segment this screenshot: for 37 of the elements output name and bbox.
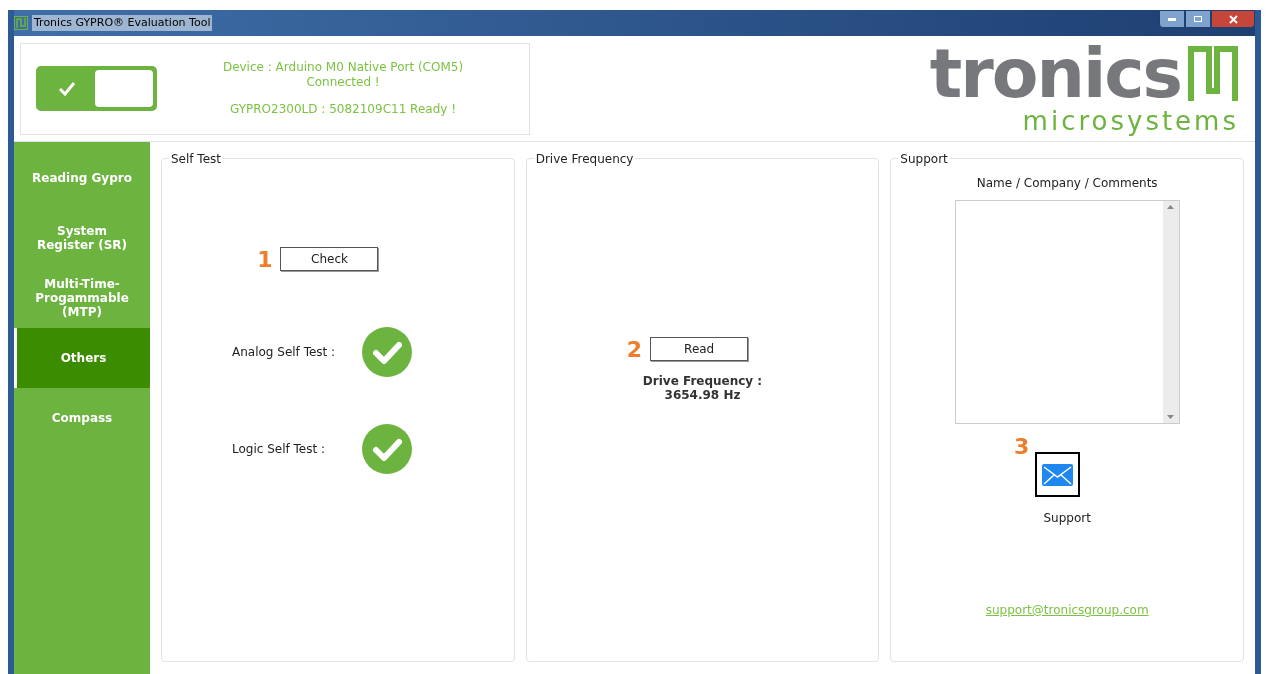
close-icon xyxy=(1228,14,1238,24)
device-text: Device : Arduino M0 Native Port (COM5) xyxy=(222,60,464,75)
sidebar-item[interactable]: Multi-Time-Progammable (MTP) xyxy=(14,268,150,328)
sensor-text: GYPRO2300LD : 5082109C11 Ready ! xyxy=(230,102,456,117)
step-number: 2 xyxy=(626,339,643,361)
step-number: 1 xyxy=(257,249,273,271)
scroll-down-icon xyxy=(1167,415,1175,419)
comments-label: Name / Company / Comments xyxy=(976,175,1158,192)
app-icon xyxy=(14,16,28,30)
self-test-label: Analog Self Test : xyxy=(232,344,337,361)
sidebar-item[interactable]: System Register (SR) xyxy=(14,208,150,268)
sidebar-item[interactable]: Compass xyxy=(14,388,150,448)
logo-mark-icon xyxy=(1187,44,1239,103)
step-number: 3 xyxy=(1014,436,1030,458)
scrollbar[interactable] xyxy=(1162,201,1179,423)
window-title: Tronics GYPRO® Evaluation Tool xyxy=(32,14,213,32)
check-icon xyxy=(58,80,76,97)
support-email-link[interactable]: support@tronicsgroup.com xyxy=(985,601,1149,619)
group-title: Drive Frequency xyxy=(533,150,636,168)
connection-text: Connected ! xyxy=(306,75,380,90)
mail-button[interactable] xyxy=(1035,452,1081,497)
envelope-icon xyxy=(1042,463,1074,486)
read-button[interactable]: Read xyxy=(650,337,749,361)
scroll-up-icon xyxy=(1167,205,1175,209)
self-test-label: Logic Self Test : xyxy=(232,441,327,458)
frequency-label: Drive Frequency : xyxy=(642,374,763,388)
mail-button-label: Support xyxy=(1043,510,1091,527)
sidebar-item[interactable]: Others xyxy=(14,328,150,388)
maximize-button[interactable] xyxy=(1185,10,1211,28)
close-button[interactable] xyxy=(1211,10,1255,28)
comments-field[interactable] xyxy=(954,200,1180,424)
minimize-button[interactable] xyxy=(1159,10,1185,28)
logo-tagline: microsystems xyxy=(1022,105,1239,136)
check-button[interactable]: Check xyxy=(280,247,379,271)
sidebar-item[interactable]: Reading Gypro xyxy=(14,148,150,208)
logo-name: tronics xyxy=(929,41,1181,106)
frequency-value: 3654.98 Hz xyxy=(664,388,741,402)
